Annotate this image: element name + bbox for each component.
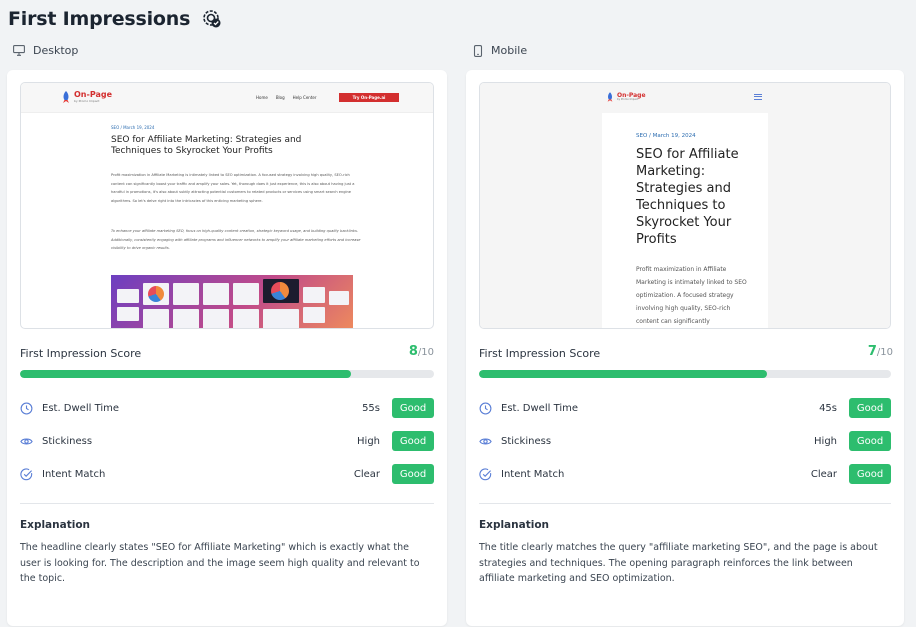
desktop-card: On-Page by Promo Impact Home Blog Help C… bbox=[7, 70, 447, 626]
metric-dwell-time: Est. Dwell Time 55s Good bbox=[20, 398, 434, 418]
status-badge: Good bbox=[849, 431, 891, 451]
score-number: 8 bbox=[408, 344, 418, 359]
status-badge: Good bbox=[392, 398, 434, 418]
mobile-preview[interactable]: On-Page by Promo Impact SEO / March 19, … bbox=[479, 82, 891, 329]
preview-paragraph: Profit maximization in Affiliate Marketi… bbox=[111, 173, 355, 203]
divider bbox=[479, 503, 891, 504]
score-value: 8/10 bbox=[409, 344, 434, 359]
score-value: 7/10 bbox=[868, 344, 893, 359]
score-progress-fill bbox=[479, 370, 768, 378]
score-max: /10 bbox=[417, 347, 434, 358]
mobile-card: On-Page by Promo Impact SEO / March 19, … bbox=[466, 70, 904, 626]
mobile-phone-icon bbox=[473, 44, 483, 57]
eye-icon bbox=[479, 438, 492, 444]
logo-sub-text: by Promo Impact bbox=[74, 99, 100, 103]
preview-cta-button: Try On-Page.ai bbox=[339, 93, 399, 102]
rocket-icon bbox=[63, 91, 69, 103]
logo-main-text: On-Page bbox=[74, 90, 113, 99]
status-badge: Good bbox=[849, 398, 891, 418]
eye-icon bbox=[20, 438, 33, 444]
monitor-icon bbox=[13, 45, 25, 56]
status-badge: Good bbox=[392, 431, 434, 451]
metric-value: 45s bbox=[819, 402, 837, 414]
desktop-label-text: Desktop bbox=[33, 44, 79, 57]
metric-name: Est. Dwell Time bbox=[501, 402, 579, 414]
mobile-column-label: Mobile bbox=[473, 44, 527, 57]
desktop-preview[interactable]: On-Page by Promo Impact Home Blog Help C… bbox=[20, 82, 434, 329]
page-title: First Impressions bbox=[8, 8, 191, 30]
metric-value: Clear bbox=[810, 468, 837, 480]
preview-navbar: On-Page by Promo Impact Home Blog Help C… bbox=[21, 83, 433, 113]
desktop-column-label: Desktop bbox=[13, 44, 78, 57]
rocket-icon bbox=[607, 92, 613, 102]
preview-headline: SEO for Affiliate Marketing: Strategies … bbox=[636, 147, 739, 247]
preview-paragraph-italic: To enhance your affiliate marketing SEO,… bbox=[111, 229, 361, 250]
metric-name: Stickiness bbox=[501, 435, 552, 447]
preview-post-meta: SEO / March 19, 2024 bbox=[111, 125, 155, 130]
preview-post-meta: SEO / March 19, 2024 bbox=[636, 133, 696, 139]
metric-dwell-time: Est. Dwell Time 45s Good bbox=[479, 398, 891, 418]
preview-paragraph: Profit maximization in Affiliate Marketi… bbox=[636, 266, 747, 325]
score-progress-fill bbox=[20, 370, 352, 378]
metric-intent-match: Intent Match Clear Good bbox=[20, 464, 434, 484]
check-circle-icon bbox=[479, 467, 492, 480]
metric-stickiness: Stickiness High Good bbox=[479, 431, 891, 451]
preview-menu: Home Blog Help Center bbox=[256, 95, 317, 100]
target-check-icon bbox=[203, 10, 221, 28]
status-badge: Good bbox=[849, 464, 891, 484]
preview-logo: On-Page by Promo Impact bbox=[606, 92, 646, 102]
metric-name: Stickiness bbox=[42, 435, 93, 447]
metric-name: Est. Dwell Time bbox=[42, 402, 120, 414]
page-header: First Impressions bbox=[8, 6, 222, 32]
metric-value: 55s bbox=[362, 402, 380, 414]
metric-name: Intent Match bbox=[42, 468, 106, 480]
score-number: 7 bbox=[867, 344, 877, 359]
metric-intent-match: Intent Match Clear Good bbox=[479, 464, 891, 484]
preview-headline: SEO for Affiliate Marketing: Strategies … bbox=[111, 135, 302, 156]
metric-value: Clear bbox=[353, 468, 380, 480]
explanation-text: The title clearly matches the query "aff… bbox=[479, 542, 878, 584]
preview-logo: On-Page by Promo Impact bbox=[61, 91, 112, 103]
check-circle-icon bbox=[20, 467, 33, 480]
explanation-title: Explanation bbox=[479, 519, 550, 531]
score-label: First Impression Score bbox=[20, 347, 142, 360]
preview-menu-item: Blog bbox=[275, 95, 285, 100]
score-max: /10 bbox=[876, 347, 893, 358]
clock-icon bbox=[479, 402, 492, 414]
preview-navbar: On-Page by Promo Impact bbox=[480, 83, 890, 113]
score-progress-bar bbox=[20, 370, 434, 378]
preview-menu-item: Help Center bbox=[292, 95, 317, 100]
divider bbox=[20, 503, 434, 504]
metric-name: Intent Match bbox=[501, 468, 565, 480]
clock-icon bbox=[20, 402, 33, 414]
logo-sub-text: by Promo Impact bbox=[617, 97, 639, 101]
explanation-text: The headline clearly states "SEO for Aff… bbox=[20, 542, 420, 584]
preview-hero-image bbox=[111, 275, 353, 328]
explanation-title: Explanation bbox=[20, 519, 91, 531]
metric-value: High bbox=[814, 435, 837, 447]
score-progress-bar bbox=[479, 370, 891, 378]
metric-value: High bbox=[357, 435, 380, 447]
status-badge: Good bbox=[392, 464, 434, 484]
score-label: First Impression Score bbox=[479, 347, 601, 360]
hamburger-menu-icon bbox=[754, 94, 762, 100]
mobile-label-text: Mobile bbox=[491, 44, 528, 57]
preview-menu-item: Home bbox=[256, 95, 268, 100]
metric-stickiness: Stickiness High Good bbox=[20, 431, 434, 451]
